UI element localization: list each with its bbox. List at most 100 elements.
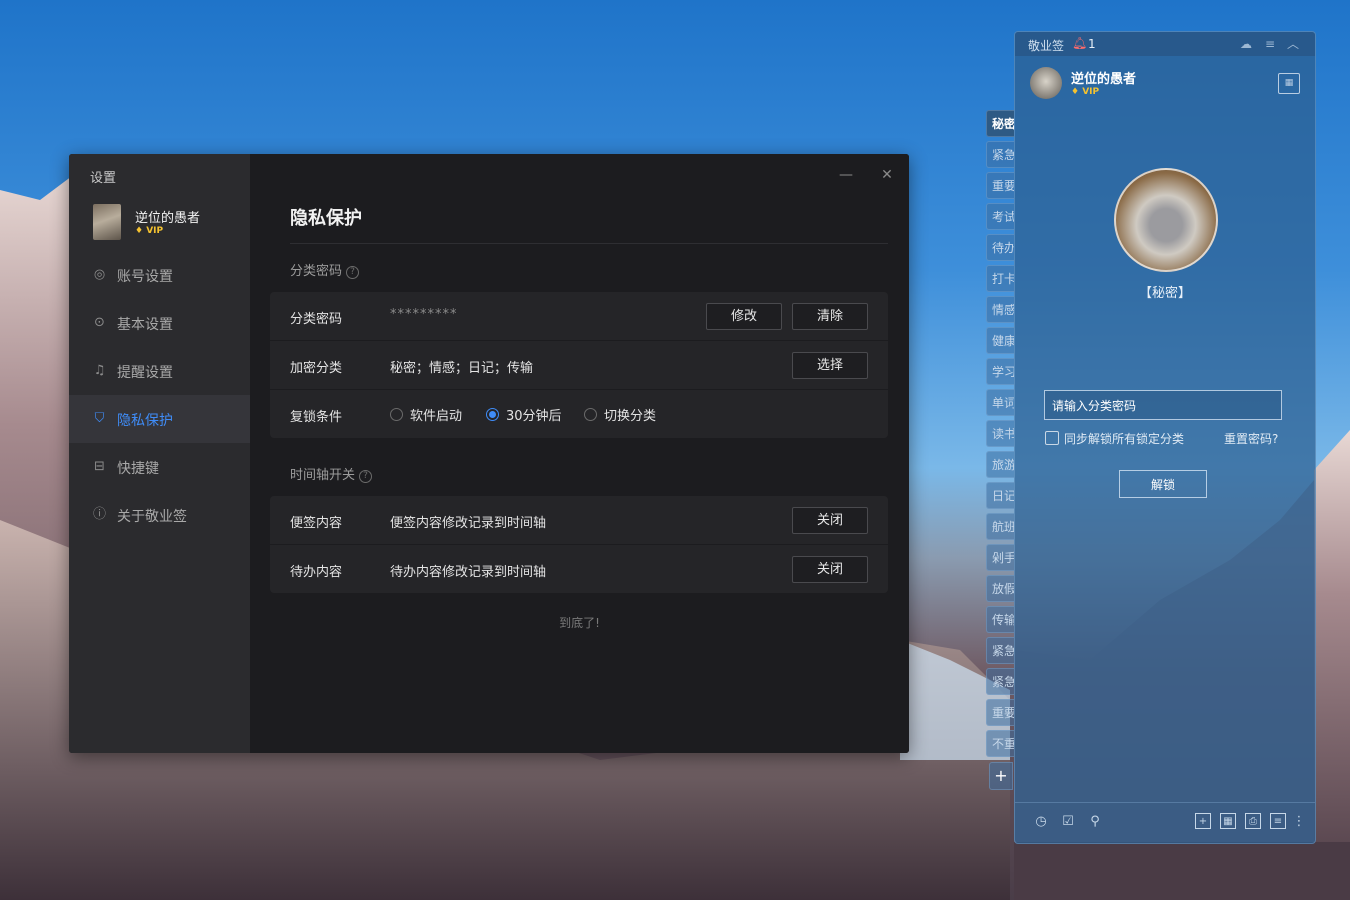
category-tab[interactable]: 紧急 [986,637,1014,664]
row-description: 便签内容修改记录到时间轴 [390,516,547,531]
more-icon[interactable]: ⋮ [1291,814,1307,830]
locked-category-name: 【秘密】 [1138,286,1191,301]
encrypted-categories: 秘密；情感；日记；传输 [390,361,534,376]
category-tab[interactable]: 健康 [986,327,1014,354]
username: 逆位的愚者 [135,211,201,226]
minimize-button[interactable]: — [835,164,857,186]
row-label: 便签内容 [290,516,343,531]
row-label: 分类密码 [290,312,343,327]
close-button[interactable]: ✕ [876,164,898,186]
clock-icon[interactable]: ◷ [1033,814,1049,830]
settings-window: 设置 逆位的愚者 ♦ VIP ◎ 账号设置 ⊙ 基本设置 ♫ 提醒设置 ⛉ 隐私… [69,154,909,753]
bell-icon: ♫ [93,363,106,378]
category-password-input[interactable]: 请输入分类密码 [1044,390,1282,420]
grid-icon[interactable]: ▦ [1220,813,1236,829]
clear-button[interactable]: 清除 [792,303,868,330]
relock-row: 复锁条件 软件启动 30分钟后 切换分类 [270,390,888,439]
panel-avatar[interactable] [1030,67,1062,99]
settings-sidebar: 设置 逆位的愚者 ♦ VIP ◎ 账号设置 ⊙ 基本设置 ♫ 提醒设置 ⛉ 隐私… [69,154,250,753]
category-tab[interactable]: 考试 [986,203,1014,230]
category-tab[interactable]: 不重 [986,730,1014,757]
add-category-button[interactable]: + [989,762,1013,790]
reset-password-link[interactable]: 重置密码? [1224,430,1278,447]
section-title: 分类密码 [290,264,343,279]
category-tab[interactable]: 重要 [986,699,1014,726]
category-tab[interactable]: 秘密 [986,110,1014,137]
radio-circle [486,408,499,421]
password-value: ********* [390,307,458,322]
row-label: 复锁条件 [290,410,343,425]
row-description: 待办内容修改记录到时间轴 [390,565,547,580]
user-profile[interactable]: 逆位的愚者 ♦ VIP [93,204,243,242]
category-tab[interactable]: 传输 [986,606,1014,633]
sidebar-item-reminder[interactable]: ♫ 提醒设置 [69,347,250,395]
menu-icon[interactable]: ≡ [1262,36,1278,52]
calc-icon[interactable]: ≡ [1270,813,1286,829]
avatar [93,204,121,240]
notification-bell-icon[interactable]: 🔔︎ [1072,36,1087,50]
sidebar-item-label: 基本设置 [117,317,173,333]
help-icon[interactable]: ? [346,266,360,279]
notification-count: 1 [1088,37,1096,51]
password-row: 分类密码 ********* 修改 清除 [270,292,888,341]
unlock-button[interactable]: 解锁 [1119,470,1207,498]
note-timeline-row: 便签内容 便签内容修改记录到时间轴 关闭 [270,496,888,545]
category-tab[interactable]: 紧急 [986,668,1014,695]
category-tab[interactable]: 情感 [986,296,1014,323]
sidebar-item-shortcuts[interactable]: ⊟ 快捷键 [69,443,250,491]
vip-badge: ♦ VIP [135,226,164,236]
info-icon: ⓘ [92,507,106,522]
vip-label: VIP [146,226,164,236]
add-note-icon[interactable]: + [1195,813,1211,829]
category-tab[interactable]: 重要 [986,172,1014,199]
category-tab[interactable]: 旅游 [986,451,1014,478]
category-tab[interactable]: 打卡 [986,265,1014,292]
todo-timeline-row: 待办内容 待办内容修改记录到时间轴 关闭 [270,545,888,594]
category-tab[interactable]: 紧急 [986,141,1014,168]
section-title: 时间轴开关 [290,468,356,483]
print-icon[interactable]: ⎙ [1245,813,1261,829]
select-button[interactable]: 选择 [792,352,868,379]
category-tab[interactable]: 待办 [986,234,1014,261]
page-title: 隐私保护 [290,208,362,229]
sidebar-item-label: 提醒设置 [117,365,173,381]
cloud-sync-icon[interactable]: ☁ [1238,36,1254,52]
radio-label: 30分钟后 [506,409,562,424]
modify-button[interactable]: 修改 [706,303,782,330]
category-tab[interactable]: 剁手 [986,544,1014,571]
radio-circle [584,408,597,421]
category-tab[interactable]: 日记 [986,482,1014,509]
settings-content: — ✕ 隐私保护 分类密码? 分类密码 ********* 修改 清除 加密分类… [250,154,909,753]
sidebar-item-account[interactable]: ◎ 账号设置 [69,251,250,299]
divider [290,243,888,244]
collapse-icon[interactable]: ︿ [1285,36,1301,52]
sidebar-item-label: 账号设置 [117,269,173,285]
search-icon[interactable]: ⚲ [1087,814,1103,830]
sidebar-item-privacy[interactable]: ⛉ 隐私保护 [69,395,250,443]
section-timeline-switch: 时间轴开关? [290,464,373,483]
help-icon[interactable]: ? [359,470,373,483]
category-tab-strip: 秘密 紧急 重要 考试 待办 打卡 情感 健康 学习 单词 读书 旅游 日记 航… [984,110,1014,790]
sidebar-item-basic[interactable]: ⊙ 基本设置 [69,299,250,347]
note-panel: 敬业签 🔔︎ 1 ☁ ≡ ︿ 逆位的愚者 ♦ VIP ▦ 【秘密】 请输入分类密… [1014,31,1316,844]
sync-unlock-checkbox[interactable] [1045,431,1059,445]
category-tab[interactable]: 单词 [986,389,1014,416]
section-category-password: 分类密码? [290,260,360,279]
radio-label: 切换分类 [604,409,657,424]
category-tab[interactable]: 航班 [986,513,1014,540]
todo-timeline-toggle-button[interactable]: 关闭 [792,556,868,583]
panel-titlebar: 敬业签 🔔︎ 1 ☁ ≡ ︿ [1015,32,1315,56]
category-tab[interactable]: 放假 [986,575,1014,602]
end-of-list-text: 到底了! [559,616,600,630]
note-timeline-toggle-button[interactable]: 关闭 [792,507,868,534]
sidebar-item-label: 隐私保护 [117,413,173,429]
category-tab[interactable]: 学习 [986,358,1014,385]
panel-vip-badge: ♦ VIP [1071,87,1100,97]
user-circle-icon: ◎ [93,267,106,282]
window-title: 设置 [90,171,117,186]
sidebar-item-about[interactable]: ⓘ 关于敬业签 [69,491,250,539]
checkbox-icon[interactable]: ☑ [1060,814,1076,830]
category-tab[interactable]: 读书 [986,420,1014,447]
shield-icon: ⛉ [94,411,105,426]
calendar-icon[interactable]: ▦ [1278,73,1300,94]
